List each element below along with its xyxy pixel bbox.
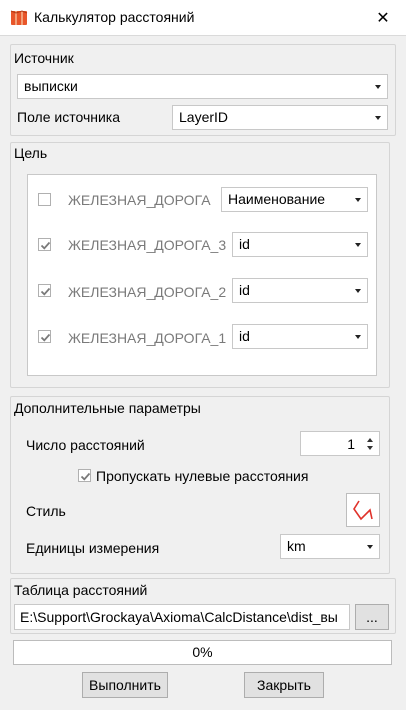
run-button-label: Выполнить: [89, 677, 161, 693]
window-close-button[interactable]: ✕: [360, 0, 406, 36]
target-row-checkbox[interactable]: [38, 193, 51, 206]
title-bar: Калькулятор расстояний ✕: [0, 0, 406, 36]
chevron-down-icon: [367, 545, 373, 549]
output-group-title: Таблица расстояний: [14, 582, 148, 598]
browse-button-label: ...: [366, 609, 378, 625]
source-table-combo[interactable]: выписки: [17, 74, 388, 99]
source-group-title: Источник: [14, 50, 74, 66]
progress-text: 0%: [192, 644, 213, 660]
target-row-checkbox[interactable]: [38, 238, 51, 251]
target-row-field-combo[interactable]: id: [232, 324, 368, 349]
checkmark-icon: [40, 241, 51, 250]
source-field-value: LayerID: [179, 109, 229, 125]
target-row-name: ЖЕЛЕЗНАЯ_ДОРОГА: [68, 192, 211, 208]
window-title: Калькулятор расстояний: [34, 9, 195, 25]
units-label: Единицы измерения: [26, 540, 160, 556]
output-path-field[interactable]: E:\Support\Grockaya\Axioma\CalcDistance\…: [14, 604, 350, 630]
distance-count-value: 1: [347, 436, 355, 452]
progress-bar: 0%: [13, 640, 392, 665]
spin-down-icon[interactable]: [367, 446, 373, 450]
polyline-style-icon: [353, 500, 373, 521]
target-group-title: Цель: [14, 145, 48, 161]
target-row-field-value: Наименование: [228, 191, 326, 207]
map-app-icon: [10, 10, 28, 25]
close-icon: ✕: [376, 10, 390, 27]
target-row-field-combo[interactable]: id: [232, 278, 368, 303]
chevron-down-icon: [375, 85, 381, 89]
chevron-down-icon: [375, 116, 381, 120]
source-table-value: выписки: [24, 78, 78, 94]
style-label: Стиль: [26, 503, 66, 519]
target-row-field-value: id: [239, 328, 250, 344]
close-button[interactable]: Закрыть: [244, 672, 324, 698]
units-value: km: [287, 538, 306, 554]
close-button-label: Закрыть: [257, 677, 311, 693]
source-field-combo[interactable]: LayerID: [172, 105, 388, 130]
distance-count-spinbox[interactable]: 1: [300, 431, 380, 456]
chevron-down-icon: [355, 198, 361, 202]
target-row-field-value: id: [239, 282, 250, 298]
checkmark-icon: [40, 287, 51, 296]
chevron-down-icon: [355, 335, 361, 339]
target-row-name: ЖЕЛЕЗНАЯ_ДОРОГА_3: [68, 237, 227, 253]
checkmark-icon: [80, 472, 91, 481]
skip-zero-label: Пропускать нулевые расстояния: [96, 468, 309, 484]
style-button[interactable]: [346, 493, 380, 527]
target-row-field-combo[interactable]: id: [232, 232, 368, 257]
target-row-name: ЖЕЛЕЗНАЯ_ДОРОГА_1: [68, 330, 227, 346]
target-row-name: ЖЕЛЕЗНАЯ_ДОРОГА_2: [68, 284, 227, 300]
distance-count-label: Число расстояний: [26, 437, 145, 453]
spin-up-icon[interactable]: [367, 438, 373, 442]
skip-zero-checkbox[interactable]: [78, 469, 91, 482]
output-path-value: E:\Support\Grockaya\Axioma\CalcDistance\…: [20, 609, 338, 625]
browse-button[interactable]: ...: [355, 604, 389, 630]
source-field-label: Поле источника: [17, 109, 121, 125]
chevron-down-icon: [355, 243, 361, 247]
target-row-field-combo[interactable]: Наименование: [221, 187, 368, 212]
target-row-field-value: id: [239, 236, 250, 252]
run-button[interactable]: Выполнить: [82, 672, 168, 698]
target-row-checkbox[interactable]: [38, 284, 51, 297]
checkmark-icon: [40, 333, 51, 342]
target-row-checkbox[interactable]: [38, 330, 51, 343]
chevron-down-icon: [355, 289, 361, 293]
params-group-title: Дополнительные параметры: [14, 400, 201, 416]
units-combo[interactable]: km: [280, 534, 380, 559]
